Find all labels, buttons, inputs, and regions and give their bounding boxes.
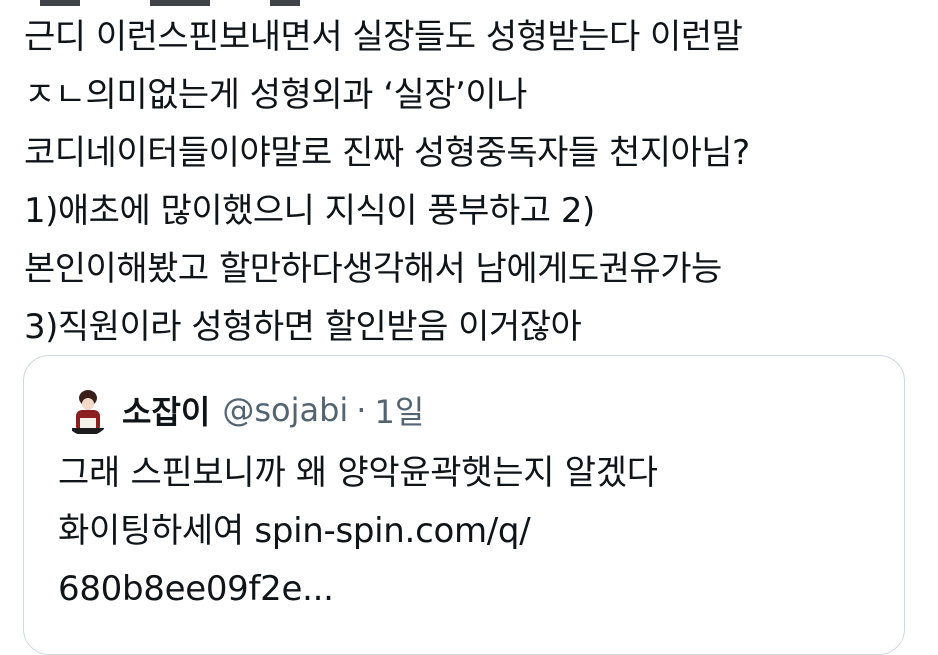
quote-line: 680b8ee09f2e...	[58, 560, 878, 618]
display-name[interactable]: 소잡이	[122, 387, 210, 433]
previous-content-clip	[0, 0, 938, 6]
spin-link-continued[interactable]: 680b8ee09f2e...	[58, 569, 334, 609]
tweet-line: 본인이해봤고 할만하다생각해서 남에게도권유가능	[24, 249, 722, 289]
avatar-image	[62, 384, 112, 436]
tweet-line: 근디 이런스핀보내면서 실장들도 성형받는다 이런말	[24, 17, 743, 57]
tweet-line: 3)직원이라 성형하면 할인받음 이거잖아	[24, 307, 582, 347]
timestamp[interactable]: 1일	[374, 387, 424, 433]
quoted-tweet-text: 그래 스핀보니까 왜 양악윤곽햇는지 알겠다 화이팅하세여 spin-spin.…	[58, 444, 878, 618]
quote-line: 화이팅하세여 spin-spin.com/q/	[58, 502, 878, 560]
quoted-tweet-header: 소잡이 @sojabi · 1일	[62, 384, 424, 436]
tweet-line: 1)애초에 많이했으니 지식이 풍부하고 2)	[24, 191, 595, 231]
tweet-line: ㅈㄴ의미없는게 성형외과 ‘실장’이나	[24, 75, 527, 115]
quote-line: 그래 스핀보니까 왜 양악윤곽햇는지 알겠다	[58, 453, 658, 493]
quote-line-text: 화이팅하세여	[58, 511, 244, 551]
spin-link[interactable]: spin-spin.com/q/	[254, 511, 530, 551]
user-handle[interactable]: @sojabi	[222, 391, 348, 429]
quoted-tweet-card[interactable]: 소잡이 @sojabi · 1일 그래 스핀보니까 왜 양악윤곽햇는지 알겠다 …	[23, 355, 905, 655]
user-avatar-photo-icon[interactable]	[62, 384, 112, 436]
tweet-line: 코디네이터들이야말로 진짜 성형중독자들 천지아님?	[24, 133, 750, 173]
clipped-text-artifacts	[40, 0, 300, 6]
tweet-text: 근디 이런스핀보내면서 실장들도 성형받는다 이런말 ㅈㄴ의미없는게 성형외과 …	[24, 8, 914, 356]
separator-dot: ·	[356, 391, 367, 429]
